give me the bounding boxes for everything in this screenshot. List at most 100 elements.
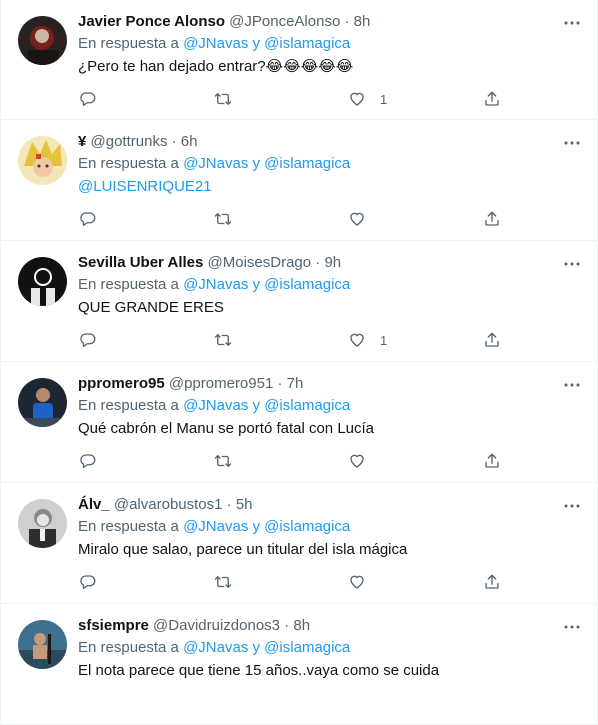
reply-context: En respuesta a @JNavas y @islamagica [78, 395, 583, 417]
timestamp[interactable]: 8h [354, 13, 371, 30]
retweet-icon [214, 455, 232, 467]
separator-dot: · [171, 133, 177, 150]
more-icon[interactable] [562, 496, 582, 516]
reply-context: En respuesta a @JNavas y @islamagica [78, 516, 583, 538]
tweet-actions [78, 208, 508, 230]
author-name[interactable]: Álv_ [78, 496, 110, 513]
avatar[interactable] [18, 620, 67, 669]
separator-dot: · [284, 617, 290, 634]
mention-link[interactable]: @JNavas [183, 155, 248, 172]
like-button[interactable]: 1 [348, 88, 387, 110]
share-button[interactable] [483, 88, 501, 110]
reply-and: y [252, 35, 261, 52]
heart-icon [350, 454, 364, 468]
avatar[interactable] [18, 499, 67, 548]
mention-link[interactable]: @islamagica [264, 518, 350, 535]
mention-link[interactable]: @LUISENRIQUE21 [78, 178, 212, 195]
reply-button[interactable] [79, 571, 97, 593]
like-button[interactable]: 1 [348, 329, 387, 351]
tweet-text: @LUISENRIQUE21 [78, 175, 583, 198]
share-button[interactable] [483, 450, 501, 472]
share-icon [485, 574, 499, 589]
like-button[interactable] [348, 571, 380, 593]
reply-button[interactable] [79, 88, 97, 110]
tweet[interactable]: Álv_ @alvarobustos1 · 5h En respuesta a … [1, 483, 597, 604]
share-icon [485, 453, 499, 468]
mention-link[interactable]: @JNavas [183, 276, 248, 293]
like-button[interactable] [348, 208, 380, 230]
avatar[interactable] [18, 136, 67, 185]
reply-prefix: En respuesta a [78, 35, 179, 52]
timestamp[interactable]: 9h [324, 254, 341, 271]
mention-link[interactable]: @JNavas [183, 35, 248, 52]
mention-link[interactable]: @JNavas [183, 639, 248, 656]
more-icon[interactable] [562, 13, 582, 33]
tweet[interactable]: sfsiempre @Davidruizdonos3 · 8h En respu… [1, 604, 597, 725]
retweet-button[interactable] [214, 450, 232, 472]
like-button[interactable] [348, 450, 380, 472]
mention-link[interactable]: @islamagica [264, 276, 350, 293]
reply-icon [80, 454, 96, 469]
share-button[interactable] [483, 329, 501, 351]
mention-link[interactable]: @islamagica [264, 397, 350, 414]
separator-dot: · [344, 13, 350, 30]
reply-icon [80, 92, 96, 107]
heart-icon [350, 212, 364, 226]
tweet-text: QUE GRANDE ERES [78, 299, 224, 316]
avatar[interactable] [18, 257, 67, 306]
retweet-button[interactable] [214, 329, 232, 351]
more-icon[interactable] [562, 617, 582, 637]
author-handle[interactable]: @gottrunks [91, 133, 168, 150]
retweet-button[interactable] [214, 571, 232, 593]
author-name[interactable]: Sevilla Uber Alles [78, 254, 203, 271]
author-name[interactable]: Javier Ponce Alonso [78, 13, 225, 30]
reply-and: y [252, 639, 261, 656]
reply-prefix: En respuesta a [78, 155, 179, 172]
share-icon [485, 332, 499, 347]
more-icon[interactable] [562, 133, 582, 153]
tweet[interactable]: Sevilla Uber Alles @MoisesDrago · 9h En … [1, 241, 597, 362]
mention-link[interactable]: @islamagica [264, 35, 350, 52]
laughing-emoji: 😂 [300, 58, 319, 75]
timestamp[interactable]: 7h [287, 375, 304, 392]
retweet-button[interactable] [214, 88, 232, 110]
avatar[interactable] [18, 16, 67, 65]
more-icon[interactable] [562, 254, 582, 274]
reply-button[interactable] [79, 329, 97, 351]
separator-dot: · [226, 496, 232, 513]
share-button[interactable] [483, 208, 501, 230]
author-handle[interactable]: @MoisesDrago [208, 254, 312, 271]
mention-link[interactable]: @islamagica [264, 639, 350, 656]
reply-and: y [252, 155, 261, 172]
author-handle[interactable]: @JPonceAlonso [229, 13, 340, 30]
share-button[interactable] [483, 571, 501, 593]
tweet[interactable]: ¥ @gottrunks · 6h En respuesta a @JNavas… [1, 120, 597, 241]
mention-link[interactable]: @islamagica [264, 155, 350, 172]
author-name[interactable]: ppromero95 [78, 375, 165, 392]
tweet-text: Miralo que salao, parece un titular del … [78, 541, 408, 558]
author-name[interactable]: ¥ [78, 133, 86, 150]
author-name[interactable]: sfsiempre [78, 617, 149, 634]
timestamp[interactable]: 5h [236, 496, 253, 513]
author-handle[interactable]: @alvarobustos1 [114, 496, 223, 513]
mention-link[interactable]: @JNavas [183, 518, 248, 535]
author-handle[interactable]: @Davidruizdonos3 [153, 617, 280, 634]
retweet-icon [214, 213, 232, 225]
tweet-text: ¿Pero te han dejado entrar?😂😂😂😂😂 [78, 55, 583, 78]
more-icon[interactable] [562, 375, 582, 395]
tweet[interactable]: ppromero95 @ppromero951 · 7h En respuest… [1, 362, 597, 483]
reply-icon [80, 212, 96, 227]
retweet-button[interactable] [214, 208, 232, 230]
author-handle[interactable]: @ppromero951 [169, 375, 273, 392]
avatar[interactable] [18, 378, 67, 427]
mention-link[interactable]: @JNavas [183, 397, 248, 414]
heart-icon [350, 92, 364, 106]
retweet-icon [214, 93, 232, 105]
timestamp[interactable]: 8h [293, 617, 310, 634]
laughing-emoji: 😂 [265, 58, 284, 75]
reply-button[interactable] [79, 208, 97, 230]
tweet-text: El nota parece que tiene 15 años..vaya c… [78, 662, 440, 679]
reply-button[interactable] [79, 450, 97, 472]
timestamp[interactable]: 6h [181, 133, 198, 150]
tweet[interactable]: Javier Ponce Alonso @JPonceAlonso · 8h E… [1, 0, 597, 120]
